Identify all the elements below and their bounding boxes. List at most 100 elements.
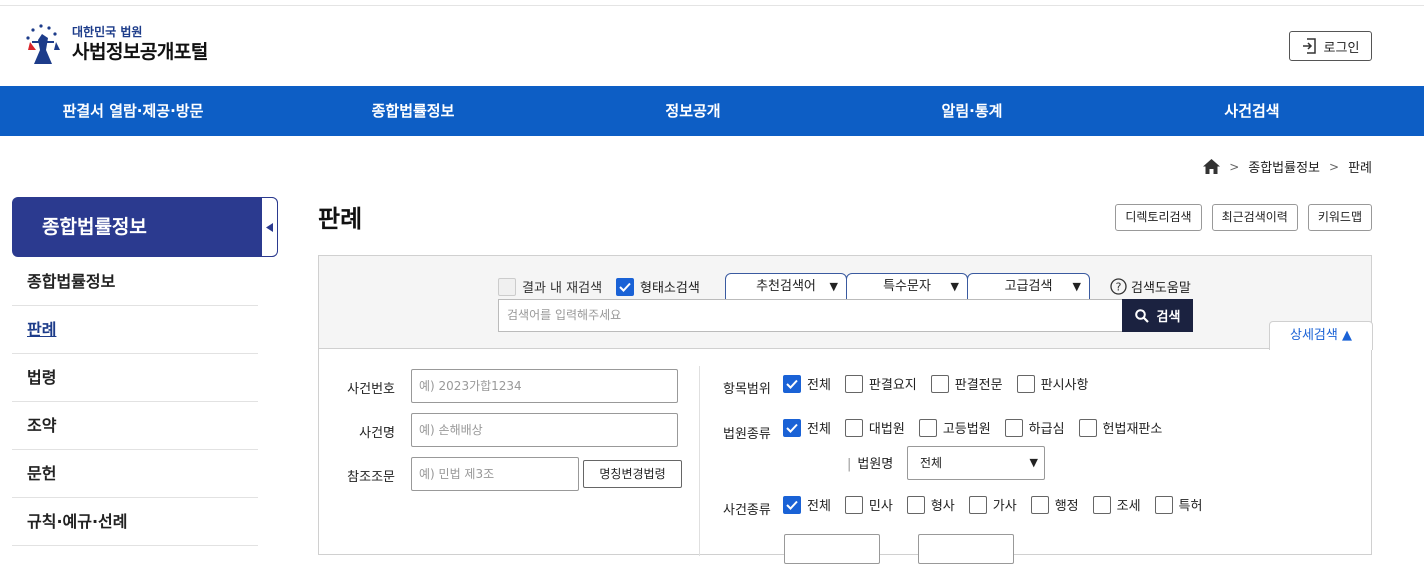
within-results-label: 결과 내 재검색 [522, 281, 603, 296]
checkbox-label: 특허 [1178, 499, 1203, 514]
checkbox-box [1078, 418, 1097, 437]
search-panel: 결과 내 재검색 형태소검색 추천검색어 ▼ 특수문자 ▼ 고급검색 ▼ ? 검색도움… [318, 255, 1373, 564]
court-constitutional-checkbox[interactable]: 헌법재판소 [1078, 418, 1162, 437]
login-button[interactable]: 로그인 [1289, 31, 1372, 61]
morpheme-checkbox[interactable]: 형태소검색 [616, 277, 700, 296]
checkbox-label: 전체 [807, 499, 831, 514]
court-emblem-icon [20, 20, 66, 68]
nav-item-legal-info[interactable]: 종합법률정보 [372, 86, 455, 136]
checkbox-box [1016, 374, 1035, 393]
detail-search-tab[interactable]: 상세검색 ▲ [1269, 321, 1373, 350]
ref-article-label: 참조조문 [347, 470, 395, 485]
case-name-input[interactable]: 예) 손해배상 [411, 413, 678, 447]
breadcrumb-current: 판례 [1348, 161, 1372, 176]
chevron-right-icon: > [1329, 159, 1340, 174]
advanced-dropdown[interactable]: 고급검색 ▼ [967, 273, 1090, 300]
search-help-link[interactable]: ? 검색도움말 [1110, 277, 1191, 296]
court-type-label: 법원종류 [723, 427, 771, 442]
checkbox-box [1004, 418, 1023, 437]
nav-item-notice-stats[interactable]: 알림·통계 [942, 86, 1003, 136]
sidebar-item-law[interactable]: 법령 [12, 354, 258, 402]
sidebar-item-rules[interactable]: 규칙·예규·선례 [12, 498, 258, 546]
nav-item-case-search[interactable]: 사건검색 [1224, 86, 1279, 136]
scope-holding-checkbox[interactable]: 판시사항 [1016, 374, 1088, 393]
court-high-checkbox[interactable]: 고등법원 [918, 418, 991, 437]
recent-history-button[interactable]: 최근검색이력 [1211, 204, 1298, 231]
special-chars-dropdown[interactable]: 특수문자 ▼ [846, 273, 968, 300]
check-icon [783, 374, 801, 393]
court-type-options: 전체 대법원 고등법원 하급심 헌법재판소 [783, 418, 1162, 437]
case-type-label: 사건종류 [723, 503, 771, 518]
court-name-label: | 법원명 [847, 457, 894, 472]
court-all-checkbox[interactable]: 전체 [783, 418, 831, 437]
renamed-law-button[interactable]: 명칭변경법령 [583, 460, 682, 488]
type-tax-checkbox[interactable]: 조세 [1092, 495, 1141, 514]
main-nav: 판결서 열람·제공·방문 종합법률정보 정보공개 알림·통계 사건검색 [0, 86, 1424, 136]
court-lower-checkbox[interactable]: 하급심 [1004, 418, 1065, 437]
search-help-label: 검색도움말 [1131, 281, 1191, 296]
nav-item-judgment[interactable]: 판결서 열람·제공·방문 [63, 86, 204, 136]
logo-subtitle: 대한민국 법원 [72, 25, 143, 39]
advanced-label: 고급검색 [1004, 279, 1053, 294]
within-results-checkbox[interactable]: 결과 내 재검색 [498, 277, 602, 296]
login-icon [1302, 38, 1316, 54]
scope-summary-checkbox[interactable]: 판결요지 [844, 374, 917, 393]
breadcrumb-item[interactable]: 종합법률정보 [1248, 157, 1320, 176]
caret-down-icon: ▼ [1072, 280, 1081, 293]
sidebar-item-treaty[interactable]: 조약 [12, 402, 258, 450]
checkbox-box [1154, 495, 1173, 514]
breadcrumb: > 종합법률정보 > 판례 [1203, 157, 1372, 176]
page-title: 판례 [318, 205, 363, 233]
ref-article-input[interactable]: 예) 민법 제3조 [411, 457, 579, 491]
case-type-options: 전체 민사 형사 가사 행정 조세 특허 [783, 495, 1202, 514]
type-admin-checkbox[interactable]: 행정 [1030, 495, 1079, 514]
page-tools: 디렉토리검색 최근검색이력 키워드맵 [1115, 204, 1372, 231]
logo-title: 사법정보공개포털 [72, 41, 208, 63]
type-all-checkbox[interactable]: 전체 [783, 495, 831, 514]
home-icon[interactable] [1203, 159, 1221, 174]
recommend-dropdown[interactable]: 추천검색어 ▼ [725, 273, 847, 300]
case-no-label: 사건번호 [347, 382, 395, 397]
court-name-select[interactable]: 전체 ▼ [907, 446, 1045, 480]
column-divider [699, 366, 700, 556]
site-logo[interactable]: 대한민국 법원 사법정보공개포털 [20, 20, 208, 68]
court-supreme-checkbox[interactable]: 대법원 [844, 418, 905, 437]
search-bar-area: 결과 내 재검색 형태소검색 추천검색어 ▼ 특수문자 ▼ 고급검색 ▼ ? 검색도움… [319, 256, 1373, 350]
question-icon: ? [1110, 278, 1127, 295]
svg-text:?: ? [1116, 281, 1122, 294]
nav-item-disclosure[interactable]: 정보공개 [665, 86, 720, 136]
type-family-checkbox[interactable]: 가사 [968, 495, 1017, 514]
type-patent-checkbox[interactable]: 특허 [1154, 495, 1203, 514]
type-criminal-checkbox[interactable]: 형사 [906, 495, 955, 514]
caret-down-icon: ▼ [829, 280, 838, 293]
checkbox-box [1030, 495, 1049, 514]
sidebar-collapse-toggle[interactable] [261, 197, 278, 257]
checkbox-box [918, 418, 937, 437]
chevron-down-icon: ▼ [1029, 456, 1038, 469]
scope-fulltext-checkbox[interactable]: 판결전문 [930, 374, 1003, 393]
caret-down-icon: ▼ [950, 280, 959, 293]
checkbox-label: 전체 [807, 378, 831, 393]
sidebar-item-literature[interactable]: 문헌 [12, 450, 258, 498]
keyword-map-button[interactable]: 키워드맵 [1307, 204, 1372, 231]
checkbox-label: 대법원 [868, 422, 905, 437]
sidebar-item-legal-info[interactable]: 종합법률정보 [12, 258, 258, 306]
scope-all-checkbox[interactable]: 전체 [783, 374, 831, 393]
check-icon [616, 277, 634, 296]
morpheme-label: 형태소검색 [640, 281, 700, 296]
case-name-label: 사건명 [359, 426, 395, 441]
date-from-input[interactable] [784, 534, 880, 564]
directory-search-button[interactable]: 디렉토리검색 [1115, 204, 1202, 231]
case-no-input[interactable]: 예) 2023가합1234 [411, 369, 678, 403]
date-to-input[interactable] [918, 534, 1014, 564]
checkbox-box [930, 374, 949, 393]
sidebar-item-precedent[interactable]: 판례 [12, 306, 258, 354]
search-input[interactable]: 검색어를 입력해주세요 [498, 299, 1123, 332]
check-icon [783, 418, 801, 437]
search-button[interactable]: 검색 [1122, 299, 1193, 332]
check-icon [783, 495, 801, 514]
sidebar-menu: 종합법률정보 판례 법령 조약 문헌 규칙·예규·선례 [12, 258, 258, 546]
checkbox-box [844, 418, 863, 437]
login-label: 로그인 [1323, 40, 1360, 56]
type-civil-checkbox[interactable]: 민사 [844, 495, 893, 514]
